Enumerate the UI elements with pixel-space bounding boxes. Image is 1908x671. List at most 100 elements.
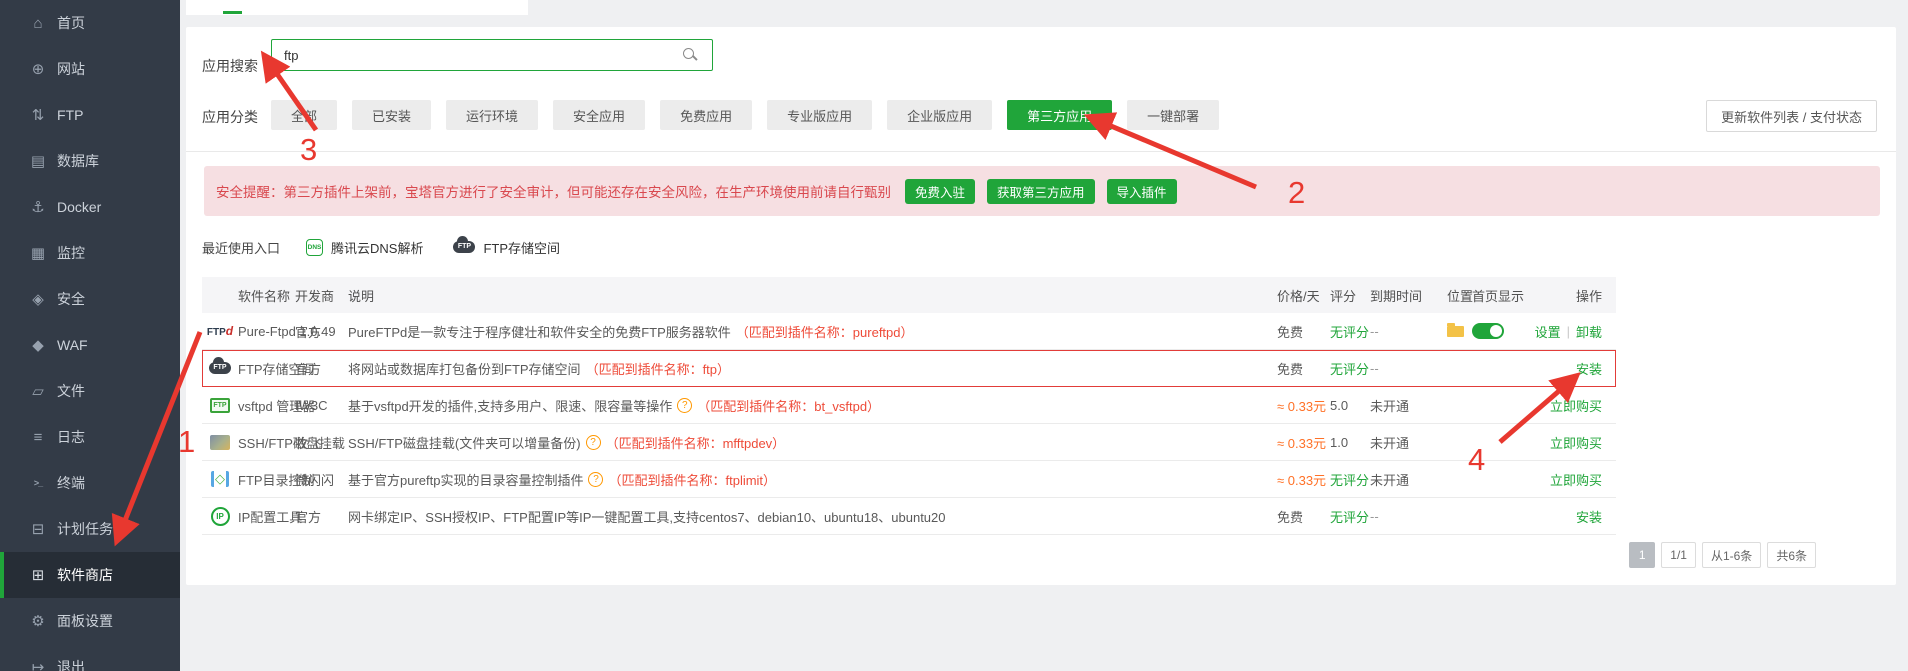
sidebar-item-terminal[interactable]: >_ 终端 [0,460,180,506]
software-name: SSH/FTP磁盘挂载 [238,424,345,460]
row-action-settings-link[interactable]: 设置 [1535,322,1561,341]
ftp-cloud-icon: FTP [453,241,475,253]
logs-icon: ≡ [29,429,47,446]
sidebar-item-cron[interactable]: ⊟ 计划任务 [0,506,180,552]
sidebar-item-appstore[interactable]: ⊞ 软件商店 [0,552,180,598]
score: 无评分 [1330,498,1369,534]
row-action-buy-link[interactable]: 立即购买 [1550,396,1602,415]
terminal-icon: >_ [29,478,47,488]
ftp-limit-icon: ◇ [211,471,229,487]
sidebar-item-home[interactable]: ⌂ 首页 [0,0,180,46]
active-tab-indicator [223,11,242,14]
developer: 微闪闪 [295,461,334,497]
category-tab[interactable]: 一键部署 [1127,100,1219,130]
score: 1.0 [1330,424,1348,460]
sidebar-item-logs[interactable]: ≡ 日志 [0,414,180,460]
row-action-uninstall-link[interactable]: 卸载 [1576,322,1602,341]
sidebar-item-label: 面板设置 [57,611,113,631]
sidebar-item-label: 数据库 [57,151,99,171]
waf-shield-icon: ◆ [29,336,47,354]
sidebar-item-label: 文件 [57,381,85,401]
recent-entries-label: 最近使用入口 [202,238,280,257]
help-icon[interactable]: ? [586,435,601,450]
category-tab[interactable]: 已安装 [352,100,431,130]
sidebar-item-settings[interactable]: ⚙ 面板设置 [0,598,180,644]
sidebar-item-label: 终端 [57,473,85,493]
category-tab[interactable]: 全部 [271,100,337,130]
settings-icon: ⚙ [29,612,47,630]
home-display-toggle[interactable] [1472,323,1504,339]
match-plugin-name: （匹配到插件名称：ftp） [586,359,730,378]
category-tab[interactable]: 企业版应用 [887,100,992,130]
pagination-page-1[interactable]: 1 [1629,542,1655,568]
category-tab[interactable]: 安全应用 [553,100,645,130]
category-tabs: 全部 已安装 运行环境 安全应用 免费应用 专业版应用 企业版应用 第三方应用 … [271,100,1219,130]
table-row: ◇ FTP目录控制 微闪闪 基于官方pureftp实现的目录容量控制插件 ? （… [202,461,1616,498]
sidebar-item-label: WAF [57,337,88,353]
row-action-install-link[interactable]: 安装 [1576,359,1602,378]
sidebar-item-label: 日志 [57,427,85,447]
category-label: 应用分类 [202,107,258,127]
help-icon[interactable]: ? [588,472,603,487]
sidebar-item-security[interactable]: ◈ 安全 [0,276,180,322]
row-action-buy-link[interactable]: 立即购买 [1550,433,1602,452]
table-row: FTP vsftpd 管理器 IW3C 基于vsftpd开发的插件,支持多用户、… [202,387,1616,424]
category-tab[interactable]: 运行环境 [446,100,538,130]
sidebar-item-files[interactable]: ▱ 文件 [0,368,180,414]
expire-time: 未开通 [1370,424,1409,460]
category-tab[interactable]: 免费应用 [660,100,752,130]
sidebar-item-logout[interactable]: ↦ 退出 [0,644,180,671]
match-plugin-name: （匹配到插件名称：pureftpd） [736,322,914,341]
monitor-icon: ▦ [29,244,47,262]
alert-action-button[interactable]: 获取第三方应用 [987,179,1095,204]
row-action-buy-link[interactable]: 立即购买 [1550,470,1602,489]
score: 无评分 [1330,350,1369,386]
col-header: 价格/天 [1277,277,1320,313]
sidebar-item-label: 安全 [57,289,85,309]
sidebar-item-database[interactable]: ▤ 数据库 [0,138,180,184]
category-tab[interactable]: 专业版应用 [767,100,872,130]
recent-entry-label: 腾讯云DNS解析 [331,238,423,257]
price: ≈ 0.33元 [1277,387,1326,423]
tab-strip [186,0,528,15]
price: 免费 [1277,498,1303,534]
folder-icon[interactable] [1447,326,1464,337]
alert-action-button[interactable]: 免费入驻 [905,179,975,204]
sidebar-item-ftp[interactable]: ⇅ FTP [0,92,180,138]
expire-time: 未开通 [1370,387,1409,423]
sidebar-item-label: FTP [57,107,83,123]
action-divider: | [1567,324,1570,339]
category-tab[interactable]: 第三方应用 [1007,100,1112,130]
row-action-install-link[interactable]: 安装 [1576,507,1602,526]
alert-action-button[interactable]: 导入插件 [1107,179,1177,204]
pagination-page-info[interactable]: 1/1 [1661,542,1696,568]
sidebar-item-label: 软件商店 [57,565,113,585]
sidebar-item-docker[interactable]: ⚓ Docker [0,184,180,230]
recent-entry[interactable]: DNS 腾讯云DNS解析 [306,238,423,257]
pagination-range[interactable]: 从1-6条 [1702,542,1761,568]
alert-buttons: 免费入驻 获取第三方应用 导入插件 [905,179,1177,204]
disk-mount-icon [210,435,230,450]
sidebar-item-monitor[interactable]: ▦ 监控 [0,230,180,276]
bt-panel-software-store: ⌂ 首页 ⊕ 网站 ⇅ FTP ▤ 数据库 ⚓ Docker ▦ 监控 ◈ 安全… [0,0,1908,671]
ftp-icon: ⇅ [29,106,47,124]
expire-time: -- [1370,313,1379,349]
match-plugin-name: （匹配到插件名称：mfftpdev） [606,433,786,452]
help-icon[interactable]: ? [677,398,692,413]
sidebar-item-website[interactable]: ⊕ 网站 [0,46,180,92]
developer: 官方 [295,313,321,349]
update-software-list-button[interactable]: 更新软件列表 / 支付状态 [1706,100,1877,132]
sidebar-item-waf-shield[interactable]: ◆ WAF [0,322,180,368]
search-input[interactable] [271,39,713,71]
developer: IW3C [295,387,328,423]
recent-entry[interactable]: FTP FTP存储空间 [453,238,560,257]
description: 基于官方pureftp实现的目录容量控制插件 [348,470,583,489]
table-row: FTPd Pure-Ftpd 1.0.49 官方 PureFTPd是一款专注于程… [202,313,1616,350]
description: 基于vsftpd开发的插件,支持多用户、限速、限容量等操作 [348,396,672,415]
sidebar: ⌂ 首页 ⊕ 网站 ⇅ FTP ▤ 数据库 ⚓ Docker ▦ 监控 ◈ 安全… [0,0,180,671]
col-header: 首页显示 [1472,277,1524,313]
search-icon[interactable] [682,47,698,63]
software-table: 软件名称 开发商 说明 价格/天 评分 到期时间 位置 首页显示 操作 FTPd… [202,277,1616,535]
col-header: 到期时间 [1370,277,1422,313]
sidebar-item-label: 计划任务 [57,519,113,539]
